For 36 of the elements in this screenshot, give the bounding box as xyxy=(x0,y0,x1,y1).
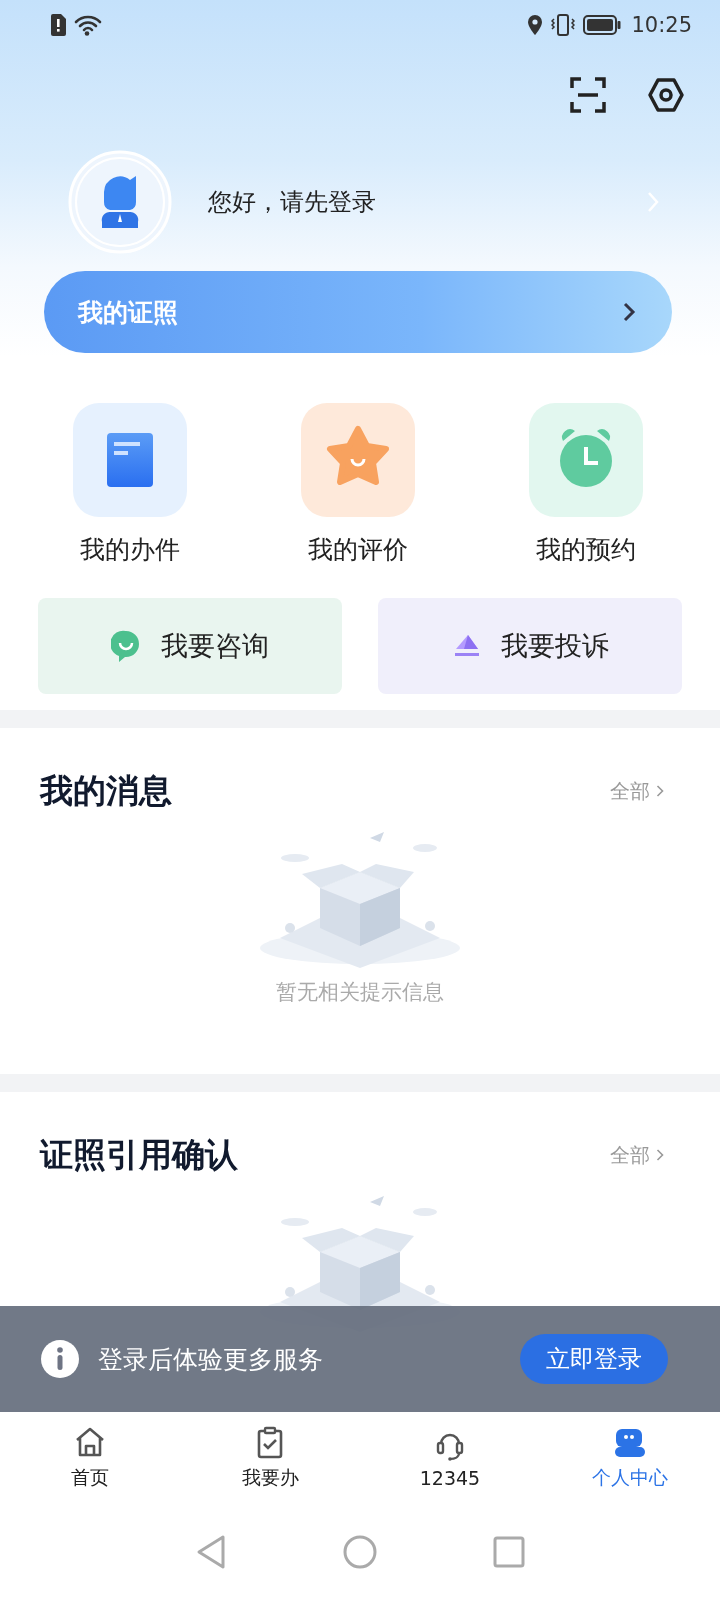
section-title: 我的消息 xyxy=(40,769,172,812)
document-icon xyxy=(73,403,187,517)
back-icon[interactable] xyxy=(195,1534,227,1570)
home-button-icon[interactable] xyxy=(343,1535,377,1569)
profile-row[interactable]: 您好，请先登录 xyxy=(0,140,720,264)
nav-tab[interactable]: 12345 xyxy=(360,1427,540,1489)
shortcut-item[interactable]: 我的办件 xyxy=(16,403,244,566)
banner-text: 登录后体验更多服务 xyxy=(98,1343,323,1376)
action-button[interactable]: 我要投诉 xyxy=(378,598,682,694)
battery-icon xyxy=(583,15,622,35)
vibrate-icon xyxy=(551,14,576,36)
info-icon xyxy=(40,1339,80,1379)
scan-icon[interactable] xyxy=(570,77,606,113)
chevron-right-icon xyxy=(622,301,636,323)
settings-icon[interactable] xyxy=(648,77,684,113)
login-prompt: 您好，请先登录 xyxy=(208,187,377,218)
section-title: 证照引用确认 xyxy=(40,1133,238,1176)
status-time: 10:25 xyxy=(631,13,692,37)
shortcut-item[interactable]: 我的评价 xyxy=(244,403,472,566)
alarm-clock-icon xyxy=(529,403,643,517)
nav-tab[interactable]: 我要办 xyxy=(180,1425,360,1491)
avatar-icon xyxy=(68,150,172,254)
sim-alert-icon xyxy=(50,14,66,36)
action-button[interactable]: 我要咨询 xyxy=(38,598,342,694)
wifi-icon xyxy=(74,14,102,36)
chevron-right-icon xyxy=(656,1148,664,1162)
login-button[interactable]: 立即登录 xyxy=(520,1334,668,1384)
nav-tab[interactable]: 个人中心 xyxy=(540,1425,720,1491)
shortcut-item[interactable]: 我的预约 xyxy=(472,403,700,566)
certificate-title: 我的证照 xyxy=(78,296,178,329)
recents-icon[interactable] xyxy=(493,1536,525,1568)
empty-state-text: 暂无相关提示信息 xyxy=(276,979,444,1006)
chevron-right-icon xyxy=(646,190,660,214)
chevron-right-icon xyxy=(656,784,664,798)
location-icon xyxy=(527,14,544,36)
nav-tab[interactable]: 首页 xyxy=(0,1425,180,1491)
